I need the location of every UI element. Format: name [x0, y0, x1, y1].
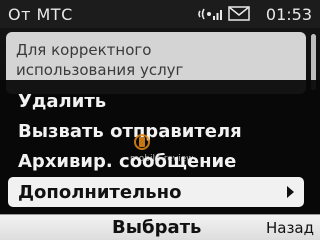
message-line: использования услуг — [16, 61, 184, 79]
back-softkey[interactable]: Назад — [266, 219, 314, 237]
select-softkey[interactable]: Выбрать — [112, 217, 201, 238]
menu-item-label: Удалить — [18, 91, 107, 112]
watermark-logo: mobile-review — [118, 132, 194, 172]
softkey-bar: Выбрать Назад — [0, 214, 320, 240]
phone-screen: От МТС 01:53 Для корректного использован… — [0, 0, 320, 240]
menu-item-more[interactable]: Дополнительно — [8, 177, 304, 207]
signal-icon — [198, 8, 222, 20]
watermark-icon — [134, 134, 150, 150]
sender-title: От МТС — [8, 5, 73, 24]
mail-icon — [228, 6, 250, 21]
message-text: Для корректного использования услуг — [16, 40, 301, 80]
status-bar: От МТС 01:53 — [0, 0, 320, 28]
clock: 01:53 — [265, 5, 312, 24]
menu-item-delete[interactable]: Удалить — [0, 86, 320, 116]
chevron-right-icon — [287, 186, 294, 198]
message-line: Для корректного — [16, 41, 152, 59]
watermark-text: mobile-review — [130, 154, 194, 164]
menu-item-label: Дополнительно — [18, 182, 182, 203]
